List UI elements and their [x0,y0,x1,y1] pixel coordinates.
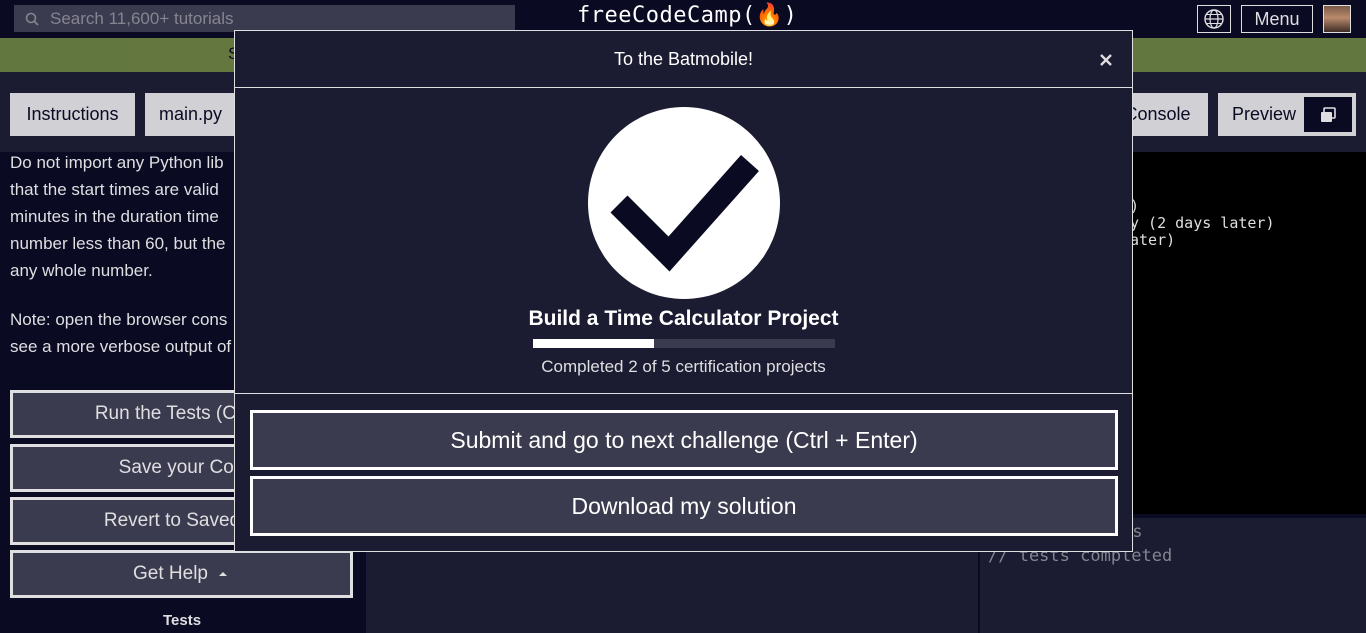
globe-icon [1204,9,1224,29]
search-icon [14,12,50,26]
success-badge [588,107,780,299]
tab-instructions[interactable]: Instructions [10,93,135,136]
search-bar[interactable]: Search 11,600+ tutorials [14,5,515,32]
modal-title: To the Batmobile! [613,49,754,69]
instruction-line: number less than 60, but the [10,234,226,253]
menu-button[interactable]: Menu [1241,5,1313,33]
instruction-line: that the start times are valid [10,180,219,199]
progress-text: Completed 2 of 5 certification projects [541,357,826,376]
get-help-label: Get Help [133,563,208,584]
console-line: ) [1130,197,1140,215]
submit-next-button[interactable]: Submit and go to next challenge (Ctrl + … [250,410,1118,470]
modal-body: Build a Time Calculator Project Complete… [235,89,1132,394]
copy-window-icon[interactable] [1304,97,1352,132]
console-line: y (2 days later) [1130,214,1275,232]
checkmark-icon [610,155,759,272]
progress-fill [533,339,654,348]
download-solution-button[interactable]: Download my solution [250,476,1118,536]
fcc-logo[interactable]: freeCodeCamp(🔥) [577,3,797,28]
modal-header: To the Batmobile! [235,31,1132,88]
console-line: ater) [1130,231,1176,249]
tab-preview[interactable]: Preview [1218,93,1356,136]
completion-modal: To the Batmobile! Build a Time Calculato… [234,30,1133,552]
avatar[interactable] [1323,5,1351,33]
instruction-line: Note: open the browser cons [10,310,228,329]
project-title: Build a Time Calculator Project [528,307,839,330]
tab-main-py[interactable]: main.py [145,93,236,136]
tab-preview-label: Preview [1232,104,1297,124]
instruction-line: minutes in the duration time [10,207,219,226]
instruction-line: see a more verbose output of [10,337,232,356]
certification-progress-bar [533,339,835,348]
close-icon[interactable] [1095,49,1117,71]
search-placeholder: Search 11,600+ tutorials [50,8,234,28]
tests-heading: Tests [163,612,202,629]
instruction-line: Do not import any Python lib [10,153,224,172]
caret-up-icon [218,572,227,576]
instruction-line: any whole number. [10,261,153,280]
language-button[interactable] [1197,5,1231,33]
console-output: ) y (2 days later) ater) [1130,198,1275,249]
get-help-button[interactable]: Get Help [10,550,353,598]
